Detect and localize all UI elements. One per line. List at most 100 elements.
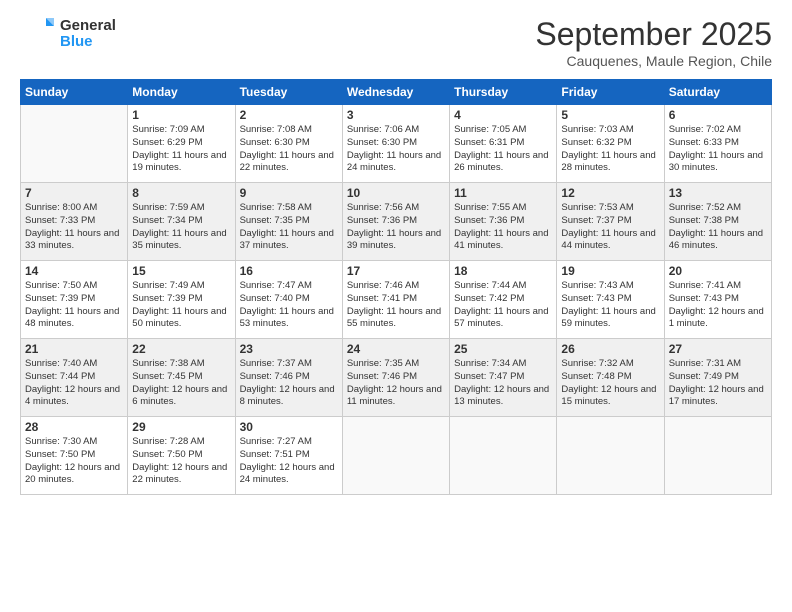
day-number: 24 (347, 342, 445, 356)
cell-info: Sunrise: 7:05 AMSunset: 6:31 PMDaylight:… (454, 124, 552, 175)
logo-general: General (60, 18, 116, 35)
day-header: Saturday (664, 80, 771, 105)
day-number: 17 (347, 264, 445, 278)
day-number: 21 (25, 342, 123, 356)
calendar-cell (450, 417, 557, 495)
day-number: 11 (454, 186, 552, 200)
day-number: 3 (347, 108, 445, 122)
calendar-cell: 30 Sunrise: 7:27 AMSunset: 7:51 PMDaylig… (235, 417, 342, 495)
day-number: 10 (347, 186, 445, 200)
cell-info: Sunrise: 7:06 AMSunset: 6:30 PMDaylight:… (347, 124, 445, 175)
cell-info: Sunrise: 7:47 AMSunset: 7:40 PMDaylight:… (240, 280, 338, 331)
calendar-cell: 17 Sunrise: 7:46 AMSunset: 7:41 PMDaylig… (342, 261, 449, 339)
day-number: 9 (240, 186, 338, 200)
day-number: 14 (25, 264, 123, 278)
calendar-cell: 28 Sunrise: 7:30 AMSunset: 7:50 PMDaylig… (21, 417, 128, 495)
calendar-cell: 23 Sunrise: 7:37 AMSunset: 7:46 PMDaylig… (235, 339, 342, 417)
day-number: 13 (669, 186, 767, 200)
cell-info: Sunrise: 7:35 AMSunset: 7:46 PMDaylight:… (347, 358, 445, 409)
cell-info: Sunrise: 7:27 AMSunset: 7:51 PMDaylight:… (240, 436, 338, 487)
cell-info: Sunrise: 7:08 AMSunset: 6:30 PMDaylight:… (240, 124, 338, 175)
cell-info: Sunrise: 7:46 AMSunset: 7:41 PMDaylight:… (347, 280, 445, 331)
cell-info: Sunrise: 7:53 AMSunset: 7:37 PMDaylight:… (561, 202, 659, 253)
calendar-cell: 8 Sunrise: 7:59 AMSunset: 7:34 PMDayligh… (128, 183, 235, 261)
calendar-cell (664, 417, 771, 495)
calendar-cell: 12 Sunrise: 7:53 AMSunset: 7:37 PMDaylig… (557, 183, 664, 261)
cell-info: Sunrise: 7:59 AMSunset: 7:34 PMDaylight:… (132, 202, 230, 253)
day-number: 28 (25, 420, 123, 434)
day-number: 27 (669, 342, 767, 356)
calendar-cell: 20 Sunrise: 7:41 AMSunset: 7:43 PMDaylig… (664, 261, 771, 339)
cell-info: Sunrise: 7:32 AMSunset: 7:48 PMDaylight:… (561, 358, 659, 409)
day-number: 6 (669, 108, 767, 122)
logo-blue: Blue (60, 34, 116, 51)
calendar-cell: 9 Sunrise: 7:58 AMSunset: 7:35 PMDayligh… (235, 183, 342, 261)
day-number: 22 (132, 342, 230, 356)
day-number: 12 (561, 186, 659, 200)
day-number: 8 (132, 186, 230, 200)
cell-info: Sunrise: 7:55 AMSunset: 7:36 PMDaylight:… (454, 202, 552, 253)
cell-info: Sunrise: 7:28 AMSunset: 7:50 PMDaylight:… (132, 436, 230, 487)
day-number: 1 (132, 108, 230, 122)
cell-info: Sunrise: 7:50 AMSunset: 7:39 PMDaylight:… (25, 280, 123, 331)
cell-info: Sunrise: 7:38 AMSunset: 7:45 PMDaylight:… (132, 358, 230, 409)
calendar-cell: 1 Sunrise: 7:09 AMSunset: 6:29 PMDayligh… (128, 105, 235, 183)
day-number: 15 (132, 264, 230, 278)
month-title: September 2025 (535, 16, 772, 53)
cell-info: Sunrise: 7:31 AMSunset: 7:49 PMDaylight:… (669, 358, 767, 409)
calendar-cell: 24 Sunrise: 7:35 AMSunset: 7:46 PMDaylig… (342, 339, 449, 417)
day-number: 26 (561, 342, 659, 356)
calendar-cell: 19 Sunrise: 7:43 AMSunset: 7:43 PMDaylig… (557, 261, 664, 339)
calendar-cell (21, 105, 128, 183)
day-number: 29 (132, 420, 230, 434)
cell-info: Sunrise: 8:00 AMSunset: 7:33 PMDaylight:… (25, 202, 123, 253)
calendar-cell: 13 Sunrise: 7:52 AMSunset: 7:38 PMDaylig… (664, 183, 771, 261)
cell-info: Sunrise: 7:52 AMSunset: 7:38 PMDaylight:… (669, 202, 767, 253)
day-header: Friday (557, 80, 664, 105)
cell-info: Sunrise: 7:37 AMSunset: 7:46 PMDaylight:… (240, 358, 338, 409)
cell-info: Sunrise: 7:58 AMSunset: 7:35 PMDaylight:… (240, 202, 338, 253)
calendar-cell: 7 Sunrise: 8:00 AMSunset: 7:33 PMDayligh… (21, 183, 128, 261)
day-number: 5 (561, 108, 659, 122)
day-header: Sunday (21, 80, 128, 105)
calendar-cell: 25 Sunrise: 7:34 AMSunset: 7:47 PMDaylig… (450, 339, 557, 417)
calendar-cell (342, 417, 449, 495)
calendar-cell: 10 Sunrise: 7:56 AMSunset: 7:36 PMDaylig… (342, 183, 449, 261)
calendar-cell (557, 417, 664, 495)
calendar-cell: 11 Sunrise: 7:55 AMSunset: 7:36 PMDaylig… (450, 183, 557, 261)
cell-info: Sunrise: 7:34 AMSunset: 7:47 PMDaylight:… (454, 358, 552, 409)
calendar-cell: 21 Sunrise: 7:40 AMSunset: 7:44 PMDaylig… (21, 339, 128, 417)
calendar: SundayMondayTuesdayWednesdayThursdayFrid… (20, 79, 772, 495)
calendar-cell: 29 Sunrise: 7:28 AMSunset: 7:50 PMDaylig… (128, 417, 235, 495)
calendar-cell: 2 Sunrise: 7:08 AMSunset: 6:30 PMDayligh… (235, 105, 342, 183)
day-number: 2 (240, 108, 338, 122)
day-number: 19 (561, 264, 659, 278)
calendar-cell: 4 Sunrise: 7:05 AMSunset: 6:31 PMDayligh… (450, 105, 557, 183)
day-number: 16 (240, 264, 338, 278)
day-number: 7 (25, 186, 123, 200)
subtitle: Cauquenes, Maule Region, Chile (535, 53, 772, 69)
cell-info: Sunrise: 7:49 AMSunset: 7:39 PMDaylight:… (132, 280, 230, 331)
day-header: Tuesday (235, 80, 342, 105)
day-number: 23 (240, 342, 338, 356)
day-number: 18 (454, 264, 552, 278)
cell-info: Sunrise: 7:40 AMSunset: 7:44 PMDaylight:… (25, 358, 123, 409)
calendar-cell: 16 Sunrise: 7:47 AMSunset: 7:40 PMDaylig… (235, 261, 342, 339)
day-number: 25 (454, 342, 552, 356)
cell-info: Sunrise: 7:03 AMSunset: 6:32 PMDaylight:… (561, 124, 659, 175)
day-header: Monday (128, 80, 235, 105)
day-header: Thursday (450, 80, 557, 105)
cell-info: Sunrise: 7:30 AMSunset: 7:50 PMDaylight:… (25, 436, 123, 487)
day-number: 30 (240, 420, 338, 434)
calendar-cell: 6 Sunrise: 7:02 AMSunset: 6:33 PMDayligh… (664, 105, 771, 183)
calendar-cell: 5 Sunrise: 7:03 AMSunset: 6:32 PMDayligh… (557, 105, 664, 183)
cell-info: Sunrise: 7:02 AMSunset: 6:33 PMDaylight:… (669, 124, 767, 175)
cell-info: Sunrise: 7:41 AMSunset: 7:43 PMDaylight:… (669, 280, 767, 331)
logo-svg (20, 16, 56, 52)
calendar-cell: 14 Sunrise: 7:50 AMSunset: 7:39 PMDaylig… (21, 261, 128, 339)
cell-info: Sunrise: 7:44 AMSunset: 7:42 PMDaylight:… (454, 280, 552, 331)
calendar-cell: 22 Sunrise: 7:38 AMSunset: 7:45 PMDaylig… (128, 339, 235, 417)
day-number: 20 (669, 264, 767, 278)
cell-info: Sunrise: 7:09 AMSunset: 6:29 PMDaylight:… (132, 124, 230, 175)
cell-info: Sunrise: 7:43 AMSunset: 7:43 PMDaylight:… (561, 280, 659, 331)
